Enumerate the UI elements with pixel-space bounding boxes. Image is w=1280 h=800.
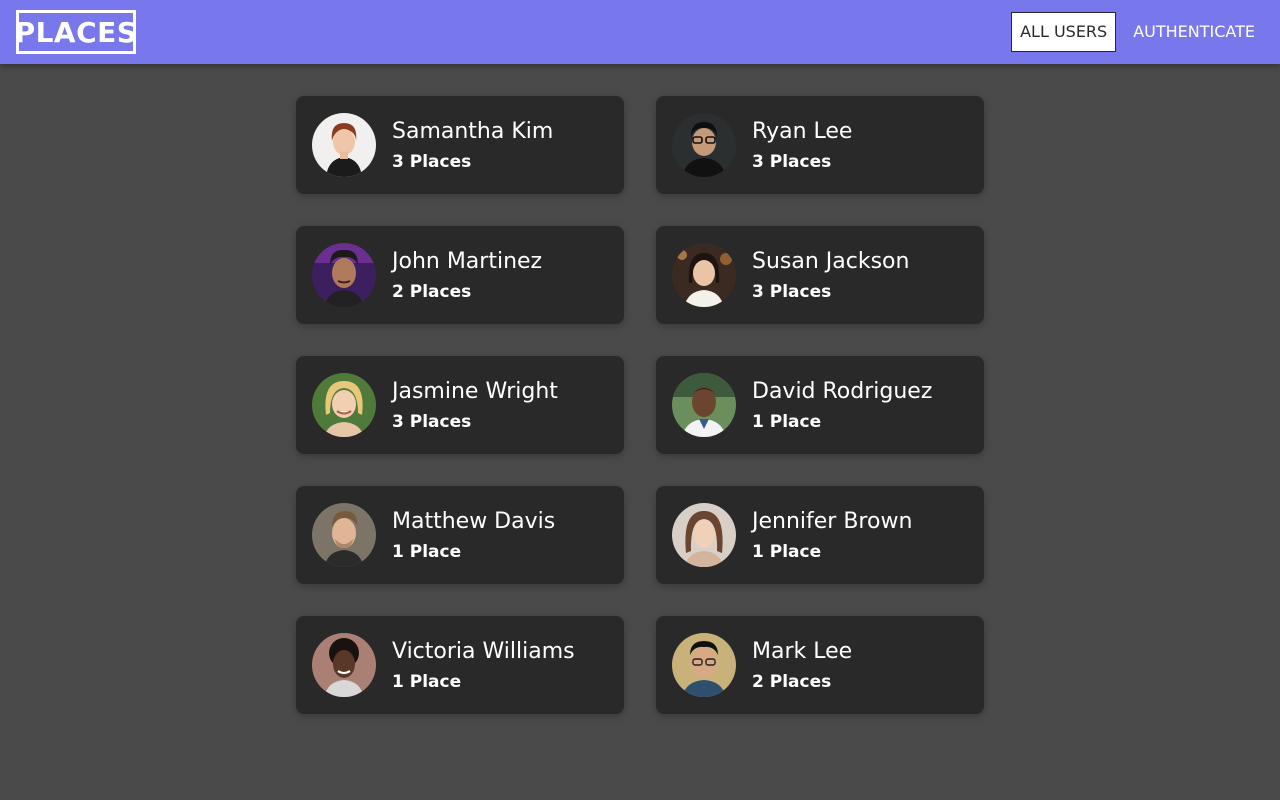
user-name: Mark Lee [752,638,853,664]
user-place-count: 3 Places [392,411,472,432]
user-place-count: 3 Places [752,151,832,172]
user-avatar [672,633,736,697]
user-card-samantha-kim[interactable]: Samantha Kim 3 Places [296,96,624,194]
nav-all-users-link[interactable]: ALL USERS [1011,12,1117,52]
user-avatar [312,503,376,567]
user-name: David Rodriguez [752,378,933,404]
places-logo[interactable]: PLACES [15,10,137,54]
user-name: John Martinez [392,248,543,274]
user-avatar [312,633,376,697]
user-avatar [672,373,736,437]
nav-authenticate-link[interactable]: AUTHENTICATE [1124,12,1264,52]
user-name: Victoria Williams [392,638,575,664]
user-card-susan-jackson[interactable]: Susan Jackson 3 Places [656,226,984,324]
user-card-john-martinez[interactable]: John Martinez 2 Places [296,226,624,324]
user-place-count: 3 Places [392,151,472,172]
user-card-mark-lee[interactable]: Mark Lee 2 Places [656,616,984,714]
user-card-victoria-williams[interactable]: Victoria Williams 1 Place [296,616,624,714]
users-list: Samantha Kim 3 Places Ryan Lee 3 Places [296,96,984,714]
user-avatar [312,243,376,307]
user-name: Matthew Davis [392,508,556,534]
user-name: Jasmine Wright [392,378,558,404]
main-nav: ALL USERS AUTHENTICATE [1011,12,1264,52]
user-card-jennifer-brown[interactable]: Jennifer Brown 1 Place [656,486,984,584]
user-place-count: 1 Place [392,541,462,562]
user-card-matthew-davis[interactable]: Matthew Davis 1 Place [296,486,624,584]
user-place-count: 1 Place [752,411,822,432]
user-place-count: 2 Places [392,281,472,302]
user-avatar [672,243,736,307]
user-card-ryan-lee[interactable]: Ryan Lee 3 Places [656,96,984,194]
user-name: Jennifer Brown [752,508,913,534]
user-card-jasmine-wright[interactable]: Jasmine Wright 3 Places [296,356,624,454]
user-avatar [312,113,376,177]
user-place-count: 1 Place [752,541,822,562]
user-place-count: 1 Place [392,671,462,692]
user-place-count: 2 Places [752,671,832,692]
user-avatar [312,373,376,437]
top-navigation-bar: PLACES ALL USERS AUTHENTICATE [0,0,1280,64]
user-place-count: 3 Places [752,281,832,302]
user-avatar [672,113,736,177]
user-avatar [672,503,736,567]
user-name: Ryan Lee [752,118,853,144]
user-card-david-rodriguez[interactable]: David Rodriguez 1 Place [656,356,984,454]
user-name: Samantha Kim [392,118,554,144]
user-name: Susan Jackson [752,248,910,274]
